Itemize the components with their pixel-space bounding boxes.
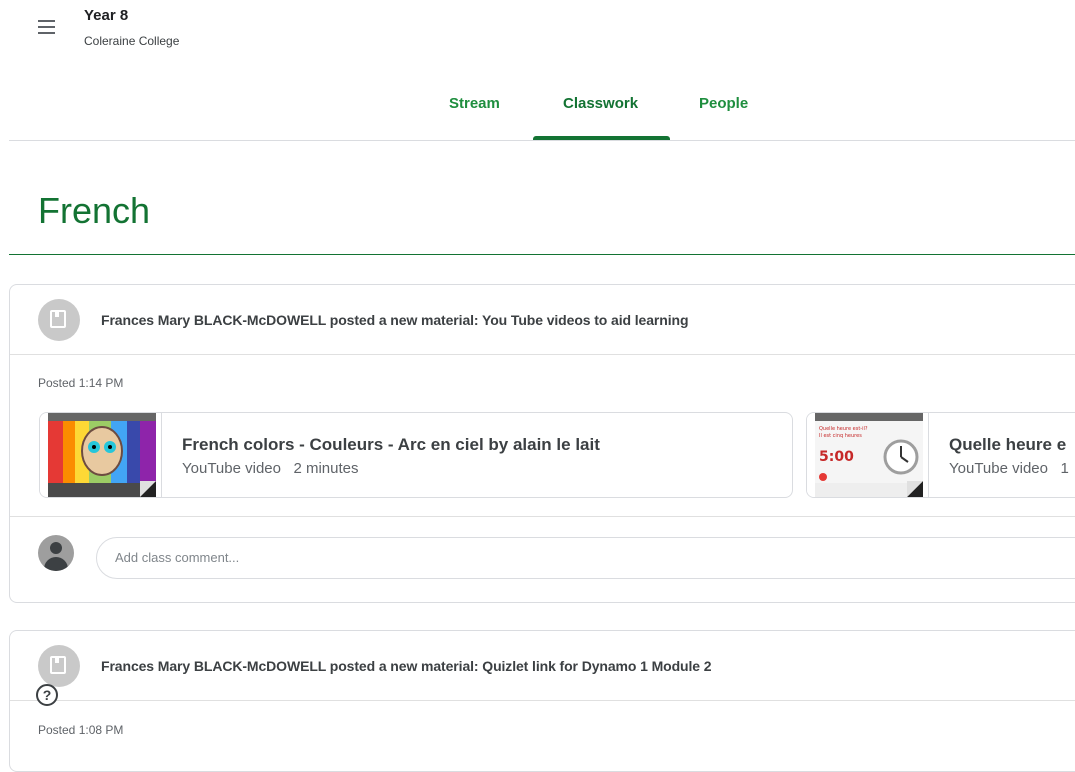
attachment-subtitle: YouTube video 2 minutes <box>182 460 359 477</box>
post-title[interactable]: Frances Mary BLACK-McDOWELL posted a new… <box>101 312 689 328</box>
post-header[interactable]: Frances Mary BLACK-McDOWELL posted a new… <box>10 631 1075 701</box>
class-comment-input[interactable]: Add class comment... <box>96 537 1075 579</box>
tab-stream[interactable]: Stream <box>449 95 500 112</box>
material-icon <box>38 645 80 687</box>
attachment-card[interactable]: French colors - Couleurs - Arc en ciel b… <box>39 412 793 498</box>
tab-bar: Stream Classwork People <box>0 62 1075 141</box>
svg-text:Il est cinq heures: Il est cinq heures <box>819 433 862 439</box>
section-title: French <box>38 190 151 231</box>
tabs-divider <box>9 140 1075 141</box>
video-thumbnail <box>40 413 162 497</box>
posted-time: Posted 1:08 PM <box>38 723 124 737</box>
attachment-card[interactable]: Quelle heure est-il? Il est cinq heures … <box>806 412 1075 498</box>
divider <box>10 700 1075 701</box>
svg-text:Quelle heure est-il?: Quelle heure est-il? <box>819 426 868 432</box>
tab-people[interactable]: People <box>699 95 748 112</box>
material-post: Frances Mary BLACK-McDOWELL posted a new… <box>9 630 1075 772</box>
attachment-subtitle: YouTube video 1 <box>949 460 1069 477</box>
attachment-title[interactable]: French colors - Couleurs - Arc en ciel b… <box>182 435 600 455</box>
tab-classwork[interactable]: Classwork <box>563 95 638 112</box>
section-divider <box>9 254 1075 255</box>
menu-icon[interactable] <box>32 14 60 42</box>
help-icon[interactable]: ? <box>36 684 58 706</box>
video-thumbnail: Quelle heure est-il? Il est cinq heures … <box>807 413 929 497</box>
svg-text:5:00: 5:00 <box>819 449 854 465</box>
top-bar: Year 8 Coleraine College <box>0 0 1075 62</box>
posted-time: Posted 1:14 PM <box>38 376 124 390</box>
post-title[interactable]: Frances Mary BLACK-McDOWELL posted a new… <box>101 658 712 674</box>
divider <box>10 516 1075 517</box>
school-name: Coleraine College <box>84 34 180 48</box>
divider <box>10 354 1075 355</box>
post-header[interactable]: Frances Mary BLACK-McDOWELL posted a new… <box>10 285 1075 355</box>
user-avatar-icon <box>38 535 74 571</box>
material-post: Frances Mary BLACK-McDOWELL posted a new… <box>9 284 1075 603</box>
class-name[interactable]: Year 8 <box>84 7 128 24</box>
material-icon <box>38 299 80 341</box>
attachment-title[interactable]: Quelle heure e <box>949 435 1066 455</box>
